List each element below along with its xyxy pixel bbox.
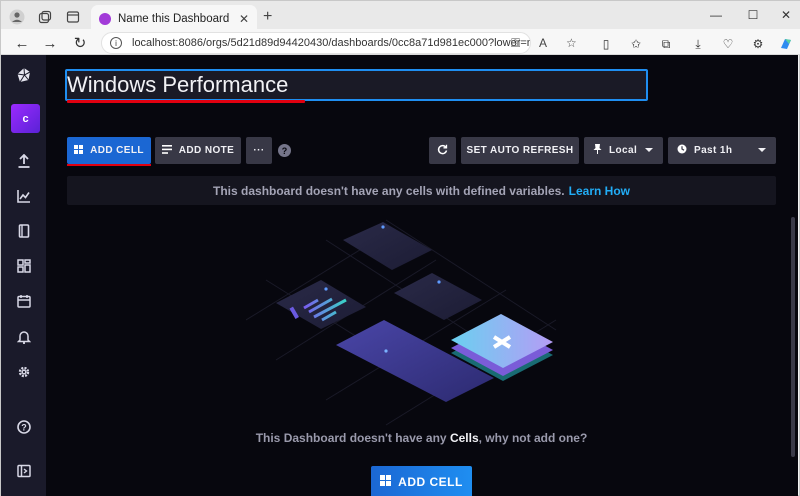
- empty-state-message: This Dashboard doesn't have any Cells, w…: [67, 431, 776, 445]
- timezone-dropdown[interactable]: Local: [584, 137, 663, 164]
- sidebar: c ?: [1, 55, 46, 496]
- refresh-icon: [437, 144, 448, 158]
- tab-close-icon[interactable]: ✕: [239, 12, 249, 26]
- clock-icon: [677, 144, 687, 157]
- empty-state-prefix: This Dashboard doesn't have any: [255, 431, 447, 445]
- key-icon[interactable]: ⚿: [511, 36, 520, 51]
- maximize-icon[interactable]: ☐: [738, 5, 768, 25]
- question-icon[interactable]: ?: [278, 144, 291, 157]
- influxdb-app: c ? Windows Performance ADD CELL ADD NOT…: [1, 55, 798, 496]
- tab-actions-icon[interactable]: [63, 7, 83, 27]
- dashboard-icon[interactable]: [14, 256, 34, 276]
- illustration-tile-chart: [276, 280, 366, 329]
- bell-icon[interactable]: [14, 327, 34, 347]
- minimize-icon[interactable]: —: [701, 5, 731, 25]
- influx-favicon-icon: [99, 13, 111, 25]
- org-avatar[interactable]: c: [11, 104, 40, 133]
- forward-icon[interactable]: →: [41, 34, 59, 52]
- timezone-value: Local: [609, 145, 638, 156]
- add-cell-cta-label: ADD CELL: [398, 475, 463, 489]
- back-icon[interactable]: ←: [13, 34, 31, 52]
- browser-essentials-icon[interactable]: ♡: [719, 35, 737, 53]
- scrollbar[interactable]: [791, 217, 795, 457]
- refresh-button[interactable]: [429, 137, 456, 164]
- empty-state-highlight: Cells: [449, 431, 479, 445]
- downloads-icon[interactable]: ⤓: [689, 35, 707, 53]
- notice-text: This dashboard doesn't have any cells wi…: [213, 183, 565, 198]
- more-options-button[interactable]: ···: [246, 137, 272, 164]
- collections-icon[interactable]: ⧉: [657, 35, 675, 53]
- illustration-tile-top: [343, 222, 432, 270]
- help-icon[interactable]: ?: [14, 417, 34, 437]
- learn-how-link[interactable]: Learn How: [569, 184, 630, 198]
- extensions-icon[interactable]: ⚙: [749, 35, 767, 53]
- workspaces-icon[interactable]: [35, 7, 55, 27]
- grid-icon: [380, 475, 392, 489]
- time-range-value: Past 1h: [694, 145, 733, 156]
- calendar-icon[interactable]: [14, 291, 34, 311]
- tab-title: Name this Dashboard | ciel | Influ: [118, 13, 233, 25]
- add-cell-label: ADD CELL: [90, 145, 144, 156]
- set-auto-refresh-button[interactable]: SET AUTO REFRESH: [461, 137, 579, 164]
- browser-toolbar: ← → ↻ i localhost:8086/orgs/5d21d89d9442…: [1, 29, 800, 55]
- read-aloud-icon[interactable]: A: [539, 36, 547, 50]
- time-range-dropdown[interactable]: Past 1h: [668, 137, 776, 164]
- add-note-label: ADD NOTE: [178, 145, 235, 156]
- chevron-down-icon: [758, 148, 766, 152]
- url-text: localhost:8086/orgs/5d21d89d94420430/das…: [132, 37, 530, 49]
- add-cell-button[interactable]: ADD CELL: [67, 137, 151, 164]
- profile-icon[interactable]: [7, 7, 27, 27]
- gear-icon[interactable]: [14, 362, 34, 382]
- notebook-icon[interactable]: [14, 221, 34, 241]
- dashboard-title: Windows Performance: [67, 72, 289, 97]
- focus-underline: [67, 164, 151, 166]
- svg-text:?: ?: [21, 422, 27, 432]
- empty-dashboard-illustration: [246, 219, 557, 426]
- text-lines-icon: [161, 144, 172, 157]
- site-info-icon[interactable]: i: [110, 37, 122, 49]
- chevron-down-icon: [645, 148, 653, 152]
- new-tab-icon[interactable]: +: [263, 8, 272, 26]
- split-screen-icon[interactable]: ▯: [597, 35, 615, 53]
- close-icon[interactable]: ✕: [771, 5, 800, 25]
- variables-notice: This dashboard doesn't have any cells wi…: [67, 176, 776, 205]
- collapse-icon[interactable]: [14, 461, 34, 481]
- upload-icon[interactable]: [14, 151, 34, 171]
- refresh-icon[interactable]: ↻: [71, 34, 89, 52]
- add-cell-cta-button[interactable]: ADD CELL: [371, 466, 472, 496]
- add-note-button[interactable]: ADD NOTE: [155, 137, 241, 164]
- copilot-icon[interactable]: [777, 35, 795, 53]
- graph-icon[interactable]: [14, 186, 34, 206]
- pin-icon: [593, 144, 602, 157]
- spellcheck-underline: [67, 100, 305, 103]
- address-bar[interactable]: i localhost:8086/orgs/5d21d89d94420430/d…: [101, 32, 531, 54]
- favorite-star-icon[interactable]: ☆: [566, 36, 577, 50]
- favorites-icon[interactable]: ✩: [627, 35, 645, 53]
- browser-window: Name this Dashboard | ciel | Influ ✕ + —…: [0, 0, 800, 496]
- grid-icon: [74, 144, 84, 157]
- influx-logo-icon[interactable]: [14, 65, 34, 85]
- empty-state-suffix: , why not add one?: [478, 431, 588, 445]
